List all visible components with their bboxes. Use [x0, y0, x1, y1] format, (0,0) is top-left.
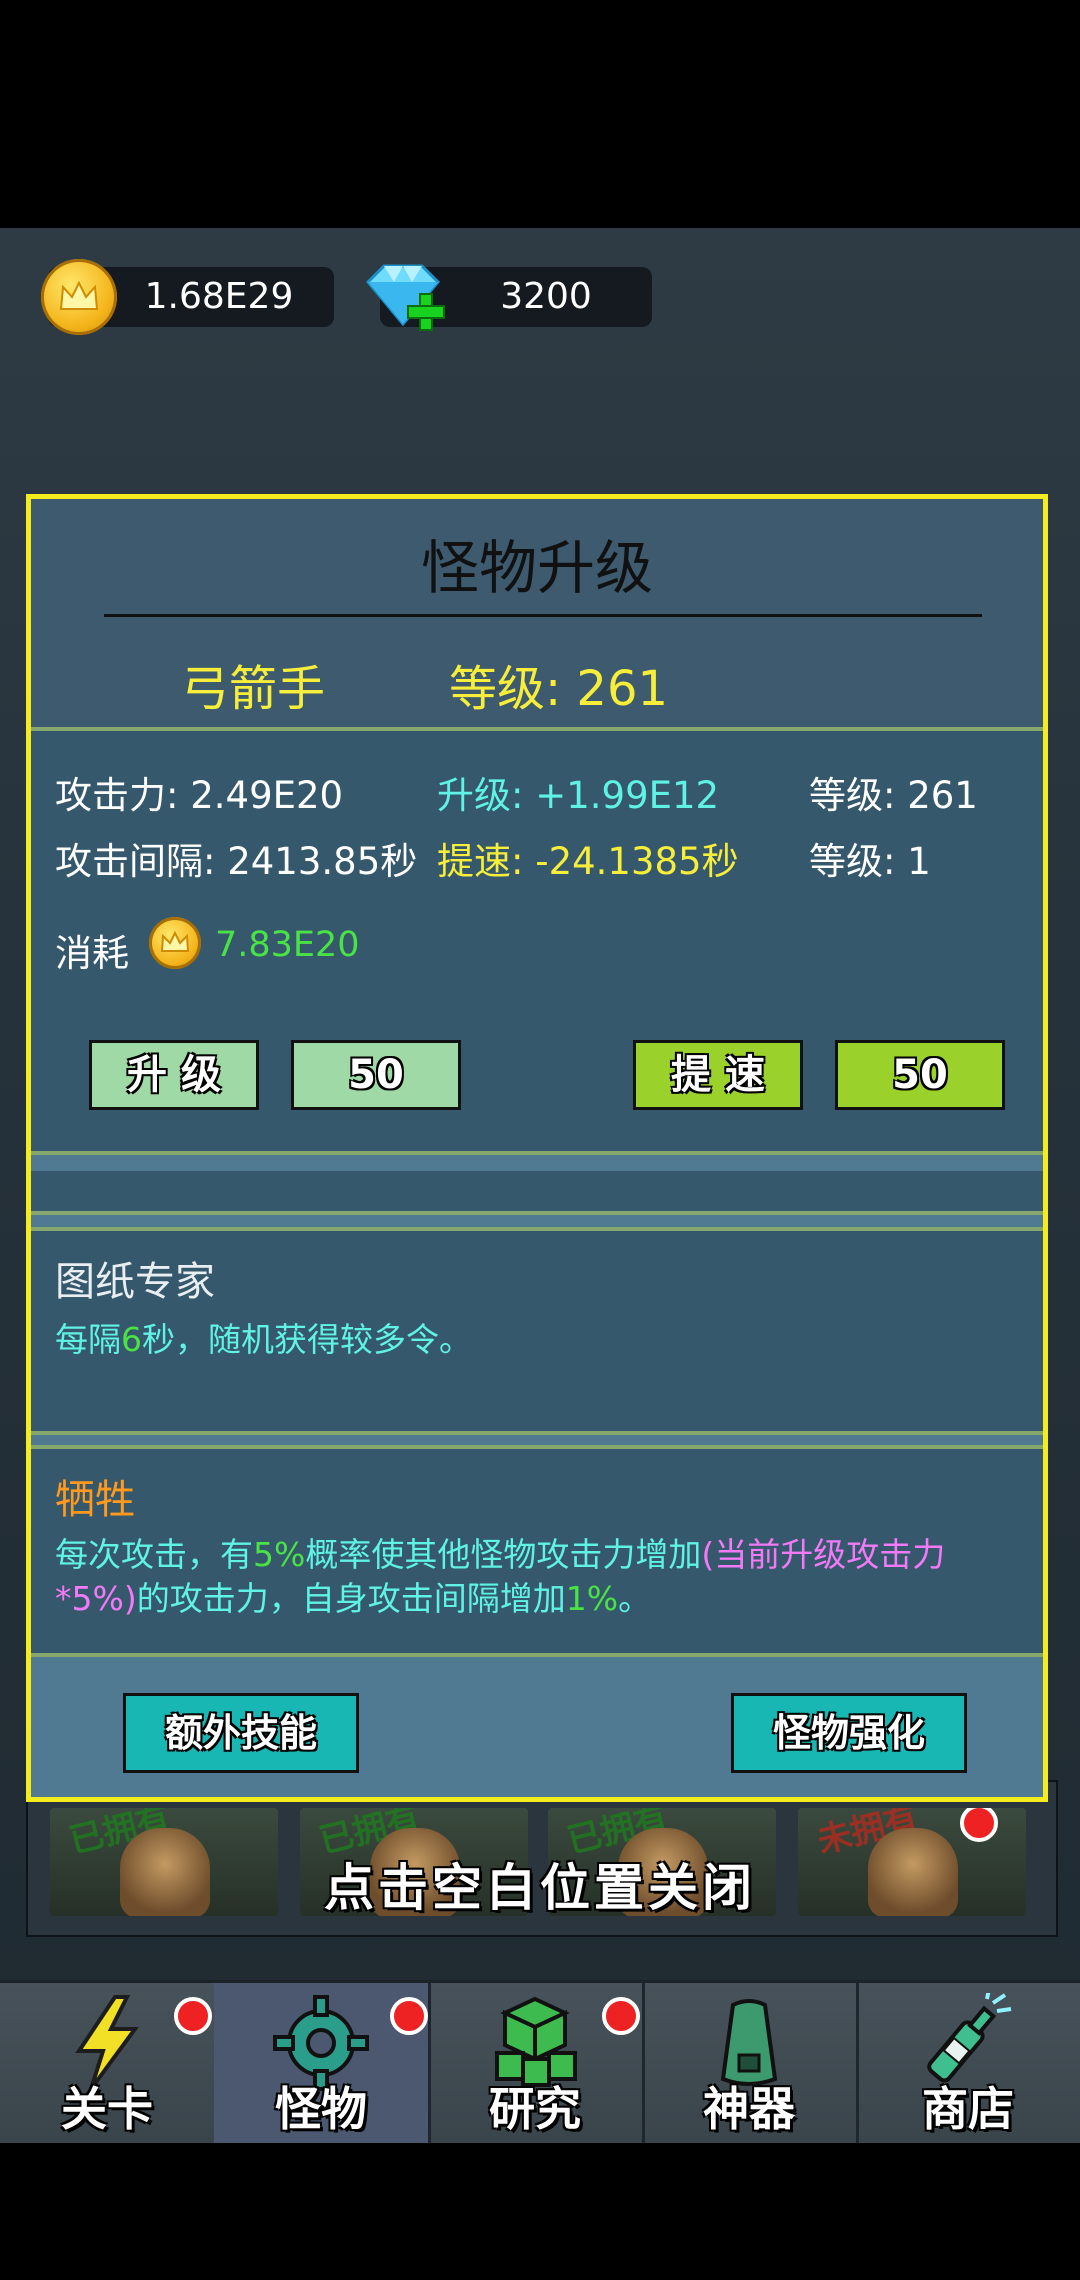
diamond-plus-icon[interactable]: [358, 258, 454, 338]
extra-skill-button[interactable]: 额外技能: [123, 1693, 359, 1773]
notification-dot: [390, 1997, 428, 2035]
speed-gain: 提速: -24.1385秒: [437, 840, 739, 883]
attack-power: 攻击力: 2.49E20: [55, 774, 344, 817]
title-divider: [104, 614, 982, 617]
nav-stages[interactable]: 关卡: [0, 1983, 217, 2143]
nav-shop[interactable]: 商店: [856, 1983, 1080, 2143]
speed-level: 等级: 1: [809, 840, 931, 883]
bottom-navigation: 关卡 怪物 研究 神器 商店: [0, 1980, 1080, 2143]
nav-monsters[interactable]: 怪物: [214, 1983, 431, 2143]
skill2-desc-text: 的攻击力，自身攻击间隔增加: [136, 1579, 566, 1618]
speedup-button[interactable]: 提 速: [633, 1040, 803, 1110]
gold-value: 1.68E29: [144, 276, 294, 317]
monster-level: 等级: 261: [449, 661, 669, 717]
nav-label: 商店: [922, 2082, 1014, 2136]
separator-band: [31, 1155, 1043, 1171]
status-bar-area: [0, 0, 1080, 228]
skill2-desc-text: 概率使其他怪物攻击力增加: [305, 1535, 702, 1574]
separator-band: [31, 1171, 1043, 1211]
skill2-name: 牺牲: [55, 1477, 135, 1523]
gold-coin-icon: [149, 917, 201, 969]
skill1-desc-text: 秒，随机获得较多令。: [142, 1320, 472, 1359]
upgrade-button[interactable]: 升 级: [89, 1040, 259, 1110]
monster-name: 弓箭手: [181, 661, 326, 717]
monster-enhance-button[interactable]: 怪物强化: [731, 1693, 967, 1773]
gold-coin-icon: [41, 259, 117, 335]
attack-level: 等级: 261: [809, 774, 978, 817]
nav-research[interactable]: 研究: [428, 1983, 645, 2143]
skill2-desc-percent: 5%: [253, 1535, 306, 1574]
nav-label: 研究: [489, 2082, 581, 2136]
attack-interval: 攻击间隔: 2413.85秒: [55, 840, 418, 883]
upgrade-gain: 升级: +1.99E12: [437, 774, 720, 817]
monster-upgrade-panel: 怪物升级 弓箭手 等级: 261 攻击力: 2.49E20 升级: +1.99E…: [26, 494, 1048, 1802]
skill1-name: 图纸专家: [55, 1259, 215, 1305]
skill1-description: 每隔6秒，随机获得较多令。: [55, 1313, 472, 1361]
nav-label: 神器: [703, 2082, 795, 2136]
nav-artifacts[interactable]: 神器: [642, 1983, 859, 2143]
skill2-desc-text: 。: [618, 1579, 652, 1618]
upgrade-amount-button[interactable]: 50: [291, 1040, 461, 1110]
skill2-description: 每次攻击，有5%概率使其他怪物攻击力增加(当前升级攻击力*5%)的攻击力，自身攻…: [55, 1533, 1025, 1621]
notification-dot: [174, 1997, 212, 2035]
panel-title: 怪物升级: [420, 534, 653, 602]
cost-label: 消耗: [55, 932, 129, 975]
close-hint-text[interactable]: 点击空白位置关闭: [0, 1848, 1080, 1920]
gem-value: 3200: [500, 276, 592, 317]
notification-dot: [602, 1997, 640, 2035]
nav-label: 怪物: [275, 2082, 367, 2136]
separator-band: [31, 1435, 1043, 1445]
notification-dot: [960, 1808, 998, 1842]
skill1-desc-number: 6: [121, 1320, 142, 1359]
separator-band: [31, 1215, 1043, 1227]
cost-value: 7.83E20: [215, 925, 360, 965]
bottom-blank-area: [0, 2140, 1080, 2280]
speedup-amount-button[interactable]: 50: [835, 1040, 1005, 1110]
skill1-desc-text: 每隔: [55, 1320, 121, 1359]
skill2-desc-text: 每次攻击，有: [55, 1535, 253, 1574]
skill2-desc-percent: 1%: [565, 1579, 619, 1618]
nav-label: 关卡: [61, 2082, 153, 2136]
